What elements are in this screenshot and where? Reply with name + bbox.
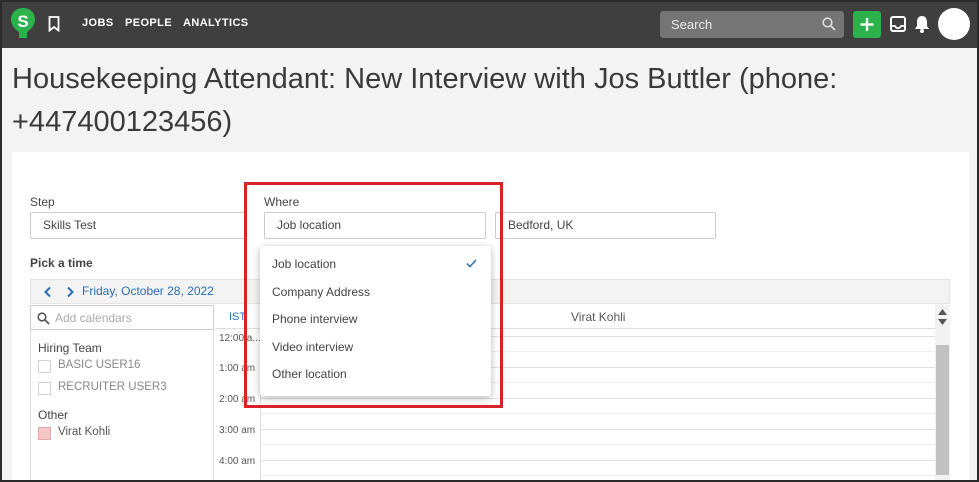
add-calendars-input[interactable] — [53, 306, 211, 329]
add-calendars-box — [30, 305, 214, 330]
grid-line — [261, 475, 935, 476]
time-label: 12:00 a... — [219, 333, 261, 344]
search-icon — [37, 312, 50, 325]
other-label: Other — [38, 408, 69, 422]
calendar-item-label: Virat Kohli — [58, 426, 111, 438]
scrollbar-thumb[interactable] — [936, 345, 949, 475]
bookmark-icon[interactable] — [48, 16, 60, 32]
chevron-right-icon[interactable] — [65, 286, 75, 298]
grid-line — [261, 413, 935, 414]
grid-line — [261, 429, 935, 430]
nav-jobs[interactable]: JOBS — [82, 17, 114, 29]
where-label: Where — [264, 195, 300, 209]
option-company-address[interactable]: Company Address — [272, 285, 370, 299]
calendar-item-label: BASIC USER16 — [58, 359, 141, 371]
app-logo[interactable]: S — [10, 7, 36, 41]
page-title: Housekeeping Attendant: New Interview wi… — [12, 63, 838, 138]
time-label: 4:00 am — [219, 456, 256, 467]
location-field[interactable]: Bedford, UK — [495, 212, 716, 239]
logo-letter: S — [17, 12, 28, 31]
avatar[interactable] — [938, 8, 970, 40]
option-other-location[interactable]: Other location — [272, 367, 347, 381]
pick-time-label: Pick a time — [30, 256, 93, 270]
search-icon[interactable] — [822, 17, 836, 31]
bell-icon[interactable] — [913, 14, 931, 34]
calendar-column-name: Virat Kohli — [571, 310, 626, 324]
scroll-up-icon[interactable] — [938, 309, 947, 315]
add-button[interactable] — [853, 11, 881, 38]
calendar-item-label: RECRUITER USER3 — [58, 381, 167, 393]
grid-line — [261, 398, 935, 399]
time-column: 12:00 a... 1:00 am 2:00 am 3:00 am 4:00 … — [215, 330, 261, 482]
grid-line — [261, 444, 935, 445]
step-field[interactable]: Skills Test — [30, 212, 246, 239]
calendar-checkbox[interactable] — [38, 427, 51, 440]
timezone-label: IST — [229, 311, 247, 323]
search-box — [660, 11, 844, 38]
calendar-checkbox[interactable] — [38, 360, 51, 373]
option-phone-interview[interactable]: Phone interview — [272, 312, 357, 326]
grid-scrollbar[interactable] — [935, 305, 950, 482]
step-label: Step — [30, 195, 55, 209]
inbox-icon[interactable] — [889, 14, 907, 34]
option-job-location[interactable]: Job location — [272, 257, 336, 271]
chevron-left-icon[interactable] — [43, 286, 53, 298]
time-label: 1:00 am — [219, 363, 256, 374]
search-input[interactable] — [660, 11, 820, 38]
grid-line — [261, 460, 935, 461]
time-label: 2:00 am — [219, 394, 256, 405]
hiring-team-label: Hiring Team — [38, 341, 102, 355]
option-video-interview[interactable]: Video interview — [272, 340, 353, 354]
check-icon — [466, 259, 477, 268]
calendar-date[interactable]: Friday, October 28, 2022 — [82, 284, 214, 298]
plus-icon — [860, 18, 874, 31]
nav-analytics[interactable]: ANALYTICS — [183, 17, 249, 29]
nav-people[interactable]: PEOPLE — [125, 17, 172, 29]
time-label: 3:00 am — [219, 425, 256, 436]
calendar-checkbox[interactable] — [38, 382, 51, 395]
scroll-down-icon[interactable] — [938, 319, 947, 325]
top-navigation-bar: S JOBS PEOPLE ANALYTICS — [0, 0, 979, 48]
where-select[interactable]: Job location — [264, 212, 486, 239]
where-dropdown-menu: Job location Company Address Phone inter… — [260, 246, 491, 396]
